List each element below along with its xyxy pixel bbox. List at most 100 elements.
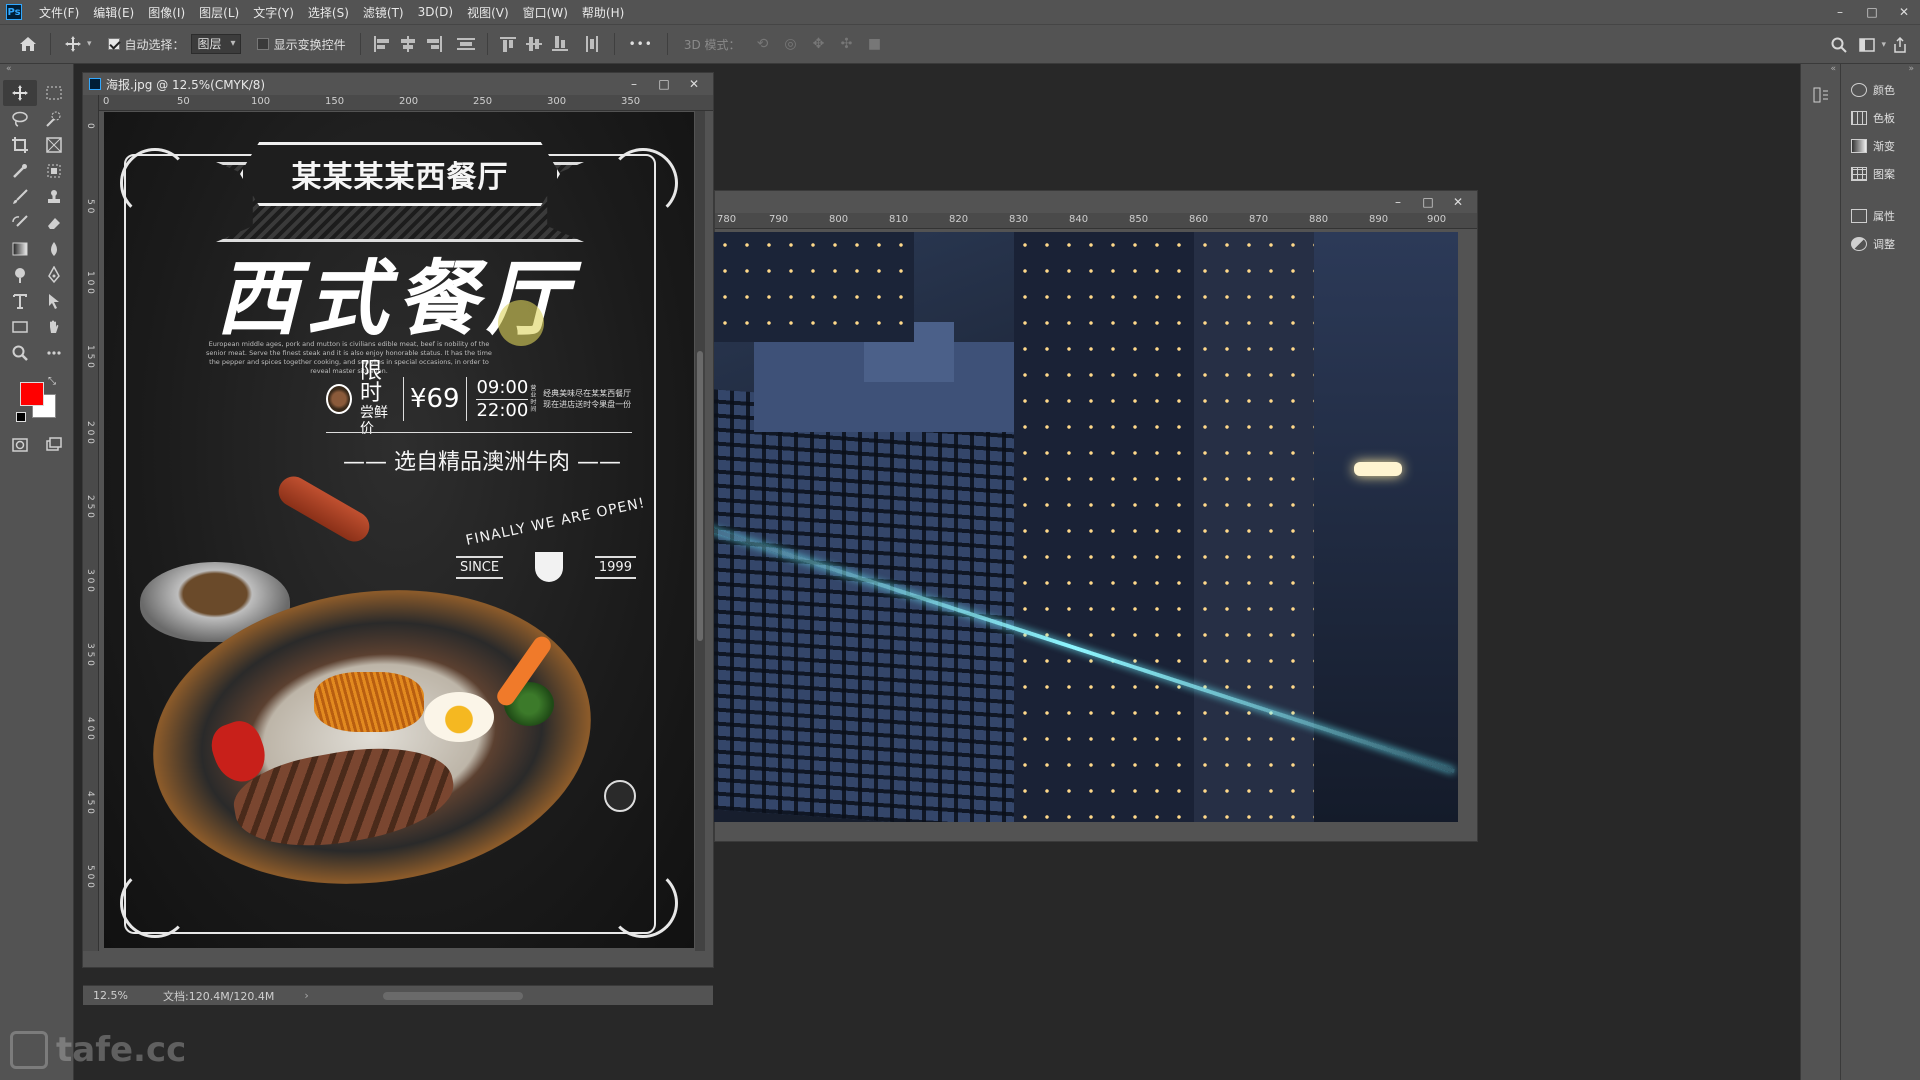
distribute-vertical-icon[interactable] xyxy=(584,36,602,52)
3d-orbit-icon[interactable]: ⟲ xyxy=(753,34,773,54)
marquee-tool-icon[interactable] xyxy=(37,80,71,106)
horizontal-scrollbar-thumb[interactable] xyxy=(383,992,523,1000)
pen-tool-icon[interactable] xyxy=(37,262,71,288)
3d-slide-icon[interactable]: ✣ xyxy=(837,34,857,54)
ruler-label: 200 xyxy=(399,96,419,107)
crop-tool-icon[interactable] xyxy=(3,132,37,158)
maximize-button[interactable]: □ xyxy=(1856,0,1888,24)
more-tools-icon[interactable] xyxy=(37,340,71,366)
patterns-panel-tab[interactable]: 图案 xyxy=(1841,160,1920,188)
stamp-tool-icon[interactable] xyxy=(37,184,71,210)
hand-tool-icon[interactable] xyxy=(37,314,71,340)
document-tab[interactable]: 海报.jpg @ 12.5%(CMYK/8) – □ ✕ xyxy=(83,73,713,95)
align-center-icon[interactable] xyxy=(399,36,417,52)
dodge-tool-icon[interactable] xyxy=(3,262,37,288)
doc-close-button[interactable]: ✕ xyxy=(679,73,709,95)
show-transform-checkbox[interactable]: 显示变换控件 xyxy=(256,36,346,53)
default-colors-icon[interactable] xyxy=(16,412,26,422)
rectangle-tool-icon[interactable] xyxy=(3,314,37,340)
menu-layer[interactable]: 图层(L) xyxy=(192,4,246,21)
home-icon[interactable] xyxy=(18,34,38,54)
zoom-level[interactable]: 12.5% xyxy=(93,989,163,1002)
minimize-button[interactable]: – xyxy=(1824,0,1856,24)
move-tool-preset-icon[interactable] xyxy=(63,34,83,54)
properties-panel-icon xyxy=(1851,209,1867,223)
doc-close-button[interactable]: ✕ xyxy=(1443,191,1473,213)
poster-divider xyxy=(326,432,632,433)
menu-help[interactable]: 帮助(H) xyxy=(575,4,631,21)
checkbox-checked-icon[interactable] xyxy=(107,38,120,50)
menu-window[interactable]: 窗口(W) xyxy=(516,4,575,21)
ruler-label: 0 xyxy=(103,96,110,107)
document-tab[interactable]: – □ ✕ xyxy=(715,191,1477,213)
frame-tool-icon[interactable] xyxy=(37,132,71,158)
gradient-tool-icon[interactable] xyxy=(3,236,37,262)
limited-label: 限时 xyxy=(359,359,382,406)
menu-type[interactable]: 文字(Y) xyxy=(246,4,301,21)
close-button[interactable]: ✕ xyxy=(1888,0,1920,24)
patch-tool-icon[interactable] xyxy=(37,158,71,184)
properties-panel-tab[interactable]: 属性 xyxy=(1841,202,1920,230)
eraser-tool-icon[interactable] xyxy=(37,210,71,236)
menu-file[interactable]: 文件(F) xyxy=(32,4,86,21)
move-tool-icon[interactable] xyxy=(3,80,37,106)
menu-view[interactable]: 视图(V) xyxy=(460,4,516,21)
lasso-tool-icon[interactable] xyxy=(3,106,37,132)
poster-canvas: 某某某某西餐厅 西式餐厅 European middle ages, pork … xyxy=(104,112,694,948)
path-selection-tool-icon[interactable] xyxy=(37,288,71,314)
align-left-icon[interactable] xyxy=(373,36,391,52)
scrollbar-thumb[interactable] xyxy=(697,351,703,641)
align-middle-icon[interactable] xyxy=(525,36,544,52)
more-options-button[interactable]: ••• xyxy=(629,37,653,51)
panel-expand-icon[interactable]: » xyxy=(1841,64,1920,76)
zoom-tool-icon[interactable] xyxy=(3,340,37,366)
swap-colors-icon[interactable]: ⤡ xyxy=(48,376,56,387)
foreground-color-swatch[interactable] xyxy=(20,382,44,406)
color-panel-tab[interactable]: 颜色 xyxy=(1841,76,1920,104)
panel-collapse-icon[interactable]: « xyxy=(0,64,73,78)
checkbox-unchecked-icon[interactable] xyxy=(256,38,269,50)
panel-collapse-icon[interactable]: « xyxy=(1801,64,1840,76)
align-right-icon[interactable] xyxy=(425,36,443,52)
share-icon[interactable] xyxy=(1890,35,1910,55)
doc-minimize-button[interactable]: – xyxy=(619,73,649,95)
doc-minimize-button[interactable]: – xyxy=(1383,191,1413,213)
auto-select-target-dropdown[interactable]: 图层 xyxy=(190,34,241,54)
blur-tool-icon[interactable] xyxy=(37,236,71,262)
separator xyxy=(50,33,51,55)
align-top-icon[interactable] xyxy=(499,36,518,52)
type-tool-icon[interactable] xyxy=(3,288,37,314)
auto-select-checkbox[interactable]: 自动选择： xyxy=(107,36,185,53)
chevron-right-icon[interactable]: › xyxy=(304,989,308,1002)
3d-pan-icon[interactable]: ✥ xyxy=(809,34,829,54)
doc-maximize-button[interactable]: □ xyxy=(649,73,679,95)
3d-scale-icon[interactable]: ■ xyxy=(865,34,885,54)
menu-3d[interactable]: 3D(D) xyxy=(411,5,460,19)
menu-edit[interactable]: 编辑(E) xyxy=(86,4,141,21)
gradients-panel-tab[interactable]: 渐变 xyxy=(1841,132,1920,160)
divider xyxy=(465,377,467,421)
swatches-panel-tab[interactable]: 色板 xyxy=(1841,104,1920,132)
history-panel-icon[interactable] xyxy=(1812,86,1830,104)
search-icon[interactable] xyxy=(1829,35,1849,55)
quick-mask-icon[interactable] xyxy=(3,432,37,458)
color-swatches: ⤡ xyxy=(14,376,73,426)
history-brush-tool-icon[interactable] xyxy=(3,210,37,236)
screen-mode-icon[interactable] xyxy=(37,432,71,458)
3d-roll-icon[interactable]: ◎ xyxy=(781,34,801,54)
doc-maximize-button[interactable]: □ xyxy=(1413,191,1443,213)
chevron-down-icon[interactable]: ▾ xyxy=(1881,40,1886,50)
adjustments-panel-tab[interactable]: 调整 xyxy=(1841,230,1920,258)
menu-select[interactable]: 选择(S) xyxy=(301,4,356,21)
vertical-scrollbar[interactable] xyxy=(695,111,705,951)
brush-tool-icon[interactable] xyxy=(3,184,37,210)
align-bottom-icon[interactable] xyxy=(551,36,570,52)
eyedropper-tool-icon[interactable] xyxy=(3,158,37,184)
chevron-down-icon[interactable]: ▾ xyxy=(87,39,92,49)
workspace-icon[interactable] xyxy=(1857,35,1877,55)
menu-filter[interactable]: 滤镜(T) xyxy=(356,4,411,21)
distribute-horizontal-icon[interactable] xyxy=(456,36,475,52)
ruler-label: 820 xyxy=(949,214,969,225)
quick-selection-tool-icon[interactable] xyxy=(37,106,71,132)
menu-image[interactable]: 图像(I) xyxy=(141,4,192,21)
